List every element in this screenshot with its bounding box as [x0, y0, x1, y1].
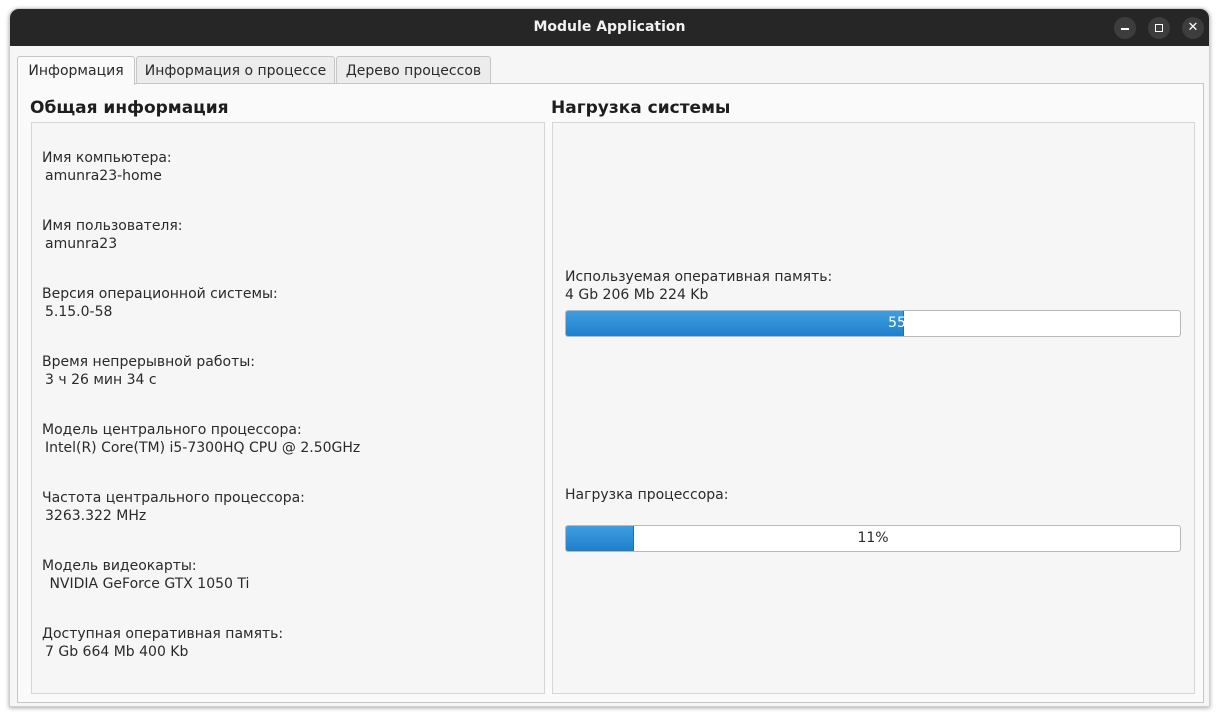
tab-information[interactable]: Информация: [17, 56, 135, 85]
info-label: Имя компьютера:: [42, 150, 172, 166]
system-load-heading: Нагрузка системы: [551, 98, 731, 118]
main-window: Module Application ✕ Информация Информац…: [9, 8, 1210, 707]
info-item-cpu-frequency: Частота центрального процессора: 3263.32…: [42, 489, 305, 525]
tab-process-tree[interactable]: Дерево процессов: [336, 56, 491, 84]
info-label: Версия операционной системы:: [42, 286, 278, 302]
info-value: amunra23: [45, 236, 118, 252]
tab-process-information[interactable]: Информация о процессе: [136, 56, 335, 84]
memory-usage-percent: 55%: [888, 315, 920, 331]
info-value: amunra23-home: [45, 168, 162, 184]
cpu-load-progress-bar: 11%: [565, 525, 1181, 552]
minimize-button[interactable]: [1114, 17, 1136, 39]
info-value: Intel(R) Core(TM) i5-7300HQ CPU @ 2.50GH…: [45, 440, 361, 456]
cpu-load-percent: 11%: [857, 530, 889, 546]
info-label: Доступная оперативная память:: [42, 626, 284, 642]
info-item-uptime: Время непрерывной работы: 3 ч 26 мин 34 …: [42, 353, 255, 389]
info-item-computer-name: Имя компьютера: amunra23-home: [42, 149, 172, 185]
general-info-group: Имя компьютера: amunra23-home Имя пользо…: [31, 122, 545, 694]
maximize-icon: [1155, 24, 1163, 32]
info-value: 5.15.0-58: [45, 304, 113, 320]
minimize-icon: [1121, 28, 1129, 30]
info-item-available-memory: Доступная оперативная память: 7 Gb 664 M…: [42, 625, 283, 661]
cpu-load-label: Нагрузка процессора:: [565, 487, 729, 503]
info-value: 3 ч 26 мин 34 с: [45, 372, 157, 388]
info-label: Модель центрального процессора:: [42, 422, 302, 438]
memory-usage-value: 4 Gb 206 Mb 224 Kb: [565, 287, 709, 303]
maximize-button[interactable]: [1148, 17, 1170, 39]
close-button[interactable]: ✕: [1182, 17, 1204, 39]
info-value: NVIDIA GeForce GTX 1050 Ti: [45, 576, 250, 592]
info-value: 3263.322 MHz: [45, 508, 147, 524]
info-item-os-version: Версия операционной системы: 5.15.0-58: [42, 285, 278, 321]
info-label: Частота центрального процессора:: [42, 490, 305, 506]
system-load-group: Используемая оперативная память: 4 Gb 20…: [552, 122, 1195, 694]
info-item-cpu-model: Модель центрального процессора: Intel(R)…: [42, 421, 360, 457]
info-label: Модель видеокарты:: [42, 558, 197, 574]
close-icon: ✕: [1187, 20, 1199, 35]
info-value: 7 Gb 664 Mb 400 Kb: [45, 644, 189, 660]
title-bar[interactable]: Module Application ✕: [10, 9, 1209, 46]
info-item-gpu-model: Модель видеокарты: NVIDIA GeForce GTX 10…: [42, 557, 249, 593]
info-label: Время непрерывной работы:: [42, 354, 256, 370]
memory-usage-progress-bar: 55%: [565, 310, 1181, 337]
tab-content-information: Общая информация Нагрузка системы Имя ко…: [17, 83, 1204, 703]
window-title: Module Application: [533, 19, 686, 35]
memory-usage-label: Используемая оперативная память:: [565, 269, 833, 285]
general-info-heading: Общая информация: [30, 98, 229, 118]
info-label: Имя пользователя:: [42, 218, 183, 234]
info-item-user-name: Имя пользователя: amunra23: [42, 217, 183, 253]
